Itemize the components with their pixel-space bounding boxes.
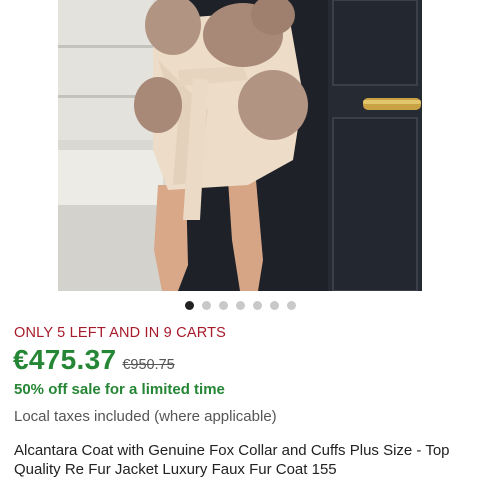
stock-notice: ONLY 5 LEFT AND IN 9 CARTS xyxy=(14,325,227,341)
product-title: Alcantara Coat with Genuine Fox Collar a… xyxy=(14,442,450,478)
carousel-dot[interactable] xyxy=(201,301,211,310)
original-price: €950.75 xyxy=(122,357,175,373)
carousel-dot[interactable] xyxy=(235,301,245,310)
sale-price: €475.37 xyxy=(13,344,117,375)
carousel-dot[interactable] xyxy=(184,301,194,310)
carousel-dot[interactable] xyxy=(218,301,228,310)
image-carousel-dots[interactable] xyxy=(0,301,480,310)
carousel-dot[interactable] xyxy=(286,301,296,310)
sale-text: 50% off sale for a limited time xyxy=(14,381,225,398)
tax-note: Local taxes included (where applicable) xyxy=(14,408,277,425)
carousel-dot[interactable] xyxy=(252,301,262,310)
price-row: €475.37 €950.75 xyxy=(13,344,175,376)
carousel-dot[interactable] xyxy=(269,301,279,310)
product-image[interactable] xyxy=(58,0,422,291)
